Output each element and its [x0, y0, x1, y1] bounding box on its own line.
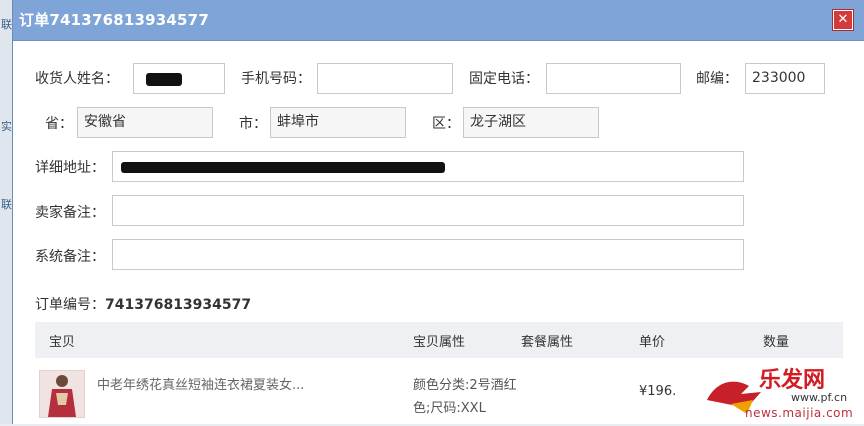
product-thumbnail[interactable]: [39, 370, 85, 418]
mobile-label: 手机号码：: [241, 71, 311, 87]
seller-note-label: 卖家备注：: [35, 205, 105, 221]
redaction-mark: [121, 162, 445, 173]
city-input[interactable]: 蚌埠市: [270, 107, 406, 138]
order-number-value: 741376813934577: [105, 297, 252, 313]
product-attr-line1: 颜色分类:2号酒红: [413, 378, 517, 393]
col-header-attributes: 宝贝属性: [413, 335, 466, 350]
city-label: 市：: [239, 116, 267, 132]
items-table-header: 宝贝 宝贝属性 套餐属性 单价 数量: [35, 322, 843, 358]
seller-note-input[interactable]: [112, 195, 744, 226]
receiver-label: 收货人姓名：: [35, 71, 119, 87]
zip-input[interactable]: 233000: [745, 63, 825, 94]
system-note-label: 系统备注：: [35, 249, 105, 265]
col-header-item: 宝贝: [49, 335, 76, 350]
address-label: 详细地址：: [35, 160, 105, 176]
order-dialog: 订单741376813934577 ✕ 收货人姓名： 手机号码： 固定电话： 邮…: [12, 0, 864, 424]
phone-input[interactable]: [546, 63, 681, 94]
redaction-mark: [146, 73, 182, 86]
dialog-title: 订单741376813934577: [19, 11, 209, 29]
watermark: 乐发网 www.pf.cn news.maijia.com: [701, 360, 861, 422]
product-price: ¥196.: [639, 384, 677, 399]
province-input[interactable]: 安徽省: [77, 107, 213, 138]
mobile-input[interactable]: [317, 63, 453, 94]
bg-fragment: 实: [1, 120, 12, 133]
watermark-brand: 乐发网: [759, 367, 826, 393]
dialog-titlebar[interactable]: 订单741376813934577 ✕: [13, 0, 864, 41]
product-attr-line2: 色;尺码:XXL: [413, 401, 486, 416]
district-input[interactable]: 龙子湖区: [463, 107, 599, 138]
col-header-quantity: 数量: [763, 335, 790, 350]
product-name-link[interactable]: 中老年绣花真丝短袖连衣裙夏装女...: [97, 374, 304, 393]
phone-label: 固定电话：: [469, 71, 539, 87]
col-header-package: 套餐属性: [521, 335, 574, 350]
order-number: 订单编号：741376813934577: [35, 294, 251, 314]
bg-fragment: 联: [1, 18, 12, 31]
address-input[interactable]: [112, 151, 744, 182]
receiver-name-input[interactable]: [133, 63, 225, 94]
bg-fragment: 联: [1, 198, 12, 211]
close-icon[interactable]: ✕: [833, 10, 853, 30]
watermark-site: www.pf.cn: [791, 391, 848, 404]
watermark-url: news.maijia.com: [745, 406, 854, 420]
province-label: 省：: [45, 116, 73, 132]
zip-label: 邮编：: [696, 71, 738, 87]
col-header-price: 单价: [639, 335, 666, 350]
district-label: 区：: [432, 116, 460, 132]
order-number-label: 订单编号：: [35, 297, 105, 313]
system-note-input[interactable]: [112, 239, 744, 270]
